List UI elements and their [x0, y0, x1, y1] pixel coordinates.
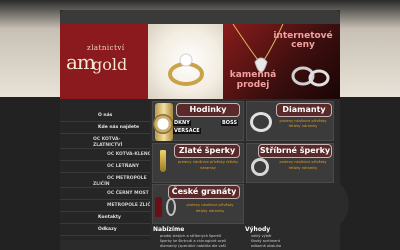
card-links-diamanty[interactable]: prsteny náušnice přívěsky řetízky náramk…: [276, 119, 330, 129]
diamond-ring-image: [250, 112, 272, 132]
card-links-stribrne[interactable]: prsteny náušnice přívěsky řetízky náramk…: [276, 159, 330, 171]
promo-store-sale: kamenná prodej: [228, 70, 278, 90]
vyhody-item: odborná obsluha: [251, 244, 282, 248]
ring-photo: [148, 24, 223, 99]
nav-item-kde-nas-najdete[interactable]: Kde nás najdete: [60, 122, 150, 134]
promo-line-3: kamenná: [229, 70, 277, 80]
gold-pendant-image: [160, 150, 166, 172]
card-title-ceske-granaty[interactable]: České granáty: [168, 185, 240, 199]
ring-icon: [168, 53, 204, 86]
vyhody-heading: Výhody: [245, 226, 271, 233]
vyhody-item: velký výběr: [251, 234, 272, 238]
silver-ring-image: [251, 158, 269, 176]
logo-gold: gold: [92, 55, 128, 74]
nabizime-item: diamanty (speciální nabídka dle vaší: [160, 244, 226, 248]
card-title-stribrne-sperky[interactable]: Stříbrné šperky: [258, 144, 332, 158]
card-title-hodinky[interactable]: Hodinky: [176, 103, 240, 117]
nav-item-o-nas[interactable]: O nás: [60, 110, 150, 122]
card-links-ceske[interactable]: prsteny náušnice přívěsky řetízky náramk…: [180, 202, 240, 214]
nabizime-item: šperky ke škrtnutí a chirurgické oceli: [160, 239, 227, 243]
nav-item-kontakty[interactable]: Kontakty: [60, 212, 150, 224]
nav-item-metropole-zlicin[interactable]: METROPOLE ZLIČÍN: [60, 200, 156, 212]
nav-item-metropole-line2[interactable]: ZLIČÍN: [60, 179, 150, 188]
top-bar: [60, 10, 340, 24]
nav-item-kotva-klenoty[interactable]: OC KOTVA-KLENOTY: [60, 149, 158, 161]
nav-item-odkazy[interactable]: Odkazy: [60, 224, 150, 236]
watch-face-icon: [153, 114, 173, 134]
promo-line-2: ceny: [291, 40, 315, 50]
nav-item-kotva-zlatnictvi-line2[interactable]: ZLATNICTVÍ: [60, 140, 150, 149]
brand-boss[interactable]: BOSS: [221, 120, 239, 126]
watch-brand-logos: DKNY BOSS VERSACE: [173, 118, 245, 142]
nabizime-item: prodej zlatých a stříbrných šperků: [160, 234, 222, 238]
brand-versace[interactable]: VERSACE: [173, 128, 201, 134]
promo-internet-prices: internetové ceny: [273, 32, 333, 50]
nav-item-letnany[interactable]: OC LETŇANY: [60, 161, 150, 173]
card-title-zlate-sperky[interactable]: Zlaté šperky: [174, 144, 240, 158]
vyhody-item: široký sortiment: [251, 239, 281, 243]
garnet-pendant-image: [155, 197, 162, 217]
promo-line-4: prodej: [236, 80, 270, 90]
nabizime-heading: Nabízíme: [153, 226, 185, 233]
brand-dkny[interactable]: DKNY: [173, 120, 191, 126]
card-title-diamanty[interactable]: Diamanty: [276, 103, 332, 117]
logo-am: am: [66, 50, 96, 74]
nav-item-cerny-most[interactable]: OC ČERNÝ MOST: [60, 188, 150, 200]
garnet-ring-image: [166, 198, 176, 216]
card-links-zlate[interactable]: prsteny náušnice přívěsky řetízky náramk…: [176, 159, 240, 171]
